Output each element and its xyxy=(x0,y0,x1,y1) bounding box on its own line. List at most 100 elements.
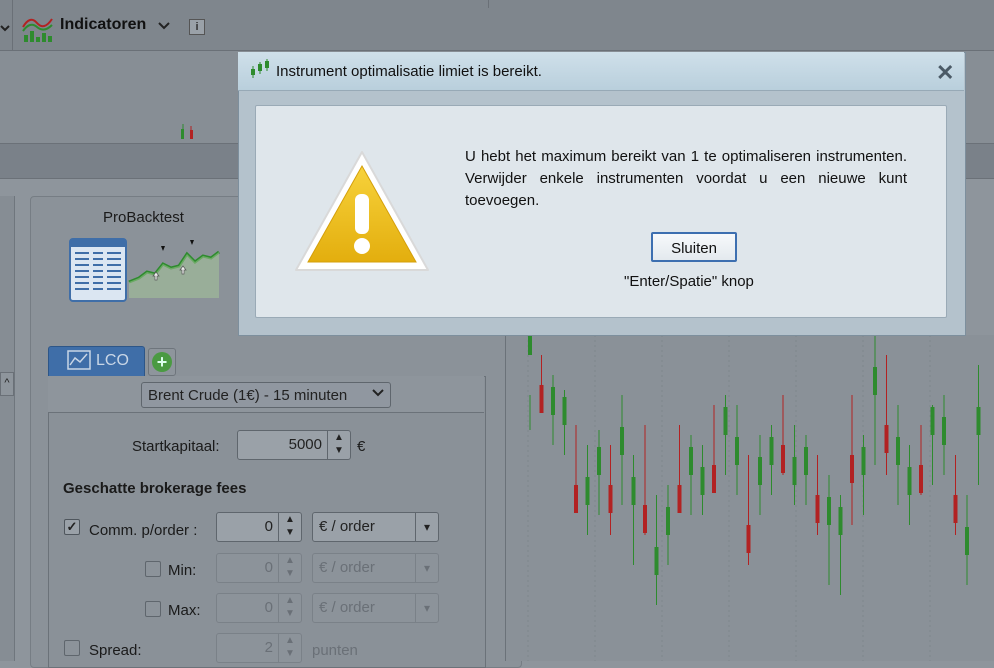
candle-body xyxy=(585,477,590,505)
candle-body xyxy=(562,397,567,425)
candle-body xyxy=(735,437,739,465)
candle-body xyxy=(930,407,935,435)
spinner-arrows-icon[interactable]: ▲ ▼ xyxy=(278,513,301,541)
candle-body xyxy=(539,385,544,413)
candle-body xyxy=(781,445,785,473)
spread-unit-label: punten xyxy=(312,642,358,659)
candle-body xyxy=(827,497,831,525)
chevron-down-icon: ▾ xyxy=(415,594,438,622)
max-unit-value: € / order xyxy=(319,599,375,616)
spinner-arrows-icon[interactable]: ▲ ▼ xyxy=(278,634,301,662)
candle-body xyxy=(873,367,877,395)
candle-body xyxy=(919,465,923,493)
plus-icon[interactable]: + xyxy=(152,352,172,372)
min-value: 0 xyxy=(264,559,273,576)
top-toolbar xyxy=(0,0,994,51)
candle-body xyxy=(976,407,981,435)
max-unit-select[interactable]: € / order ▾ xyxy=(312,593,439,623)
spread-checkbox[interactable] xyxy=(64,640,80,656)
max-checkbox[interactable] xyxy=(145,601,161,617)
indicators-button[interactable]: Indicatoren xyxy=(60,16,146,34)
candle-body xyxy=(838,507,843,535)
spinner-arrows-icon[interactable]: ▲ ▼ xyxy=(278,594,301,622)
probacktest-icon[interactable] xyxy=(69,238,229,307)
candle-body xyxy=(689,447,693,475)
instrument-select-value: Brent Crude (1€) - 15 minuten xyxy=(148,387,348,404)
candle-body xyxy=(574,485,578,513)
candle-body xyxy=(850,455,854,483)
tab-lco-label: LCO xyxy=(96,352,129,369)
chevron-down-icon xyxy=(372,387,384,401)
spread-value: 2 xyxy=(264,639,273,656)
min-input[interactable]: 0 ▲ ▼ xyxy=(216,553,302,583)
candle-body xyxy=(551,387,555,415)
spinner-arrows-icon[interactable]: ▲ ▼ xyxy=(278,554,301,582)
comm-label: Comm. p/order : xyxy=(89,522,198,539)
candlestick-icon xyxy=(249,58,271,85)
dialog-title: Instrument optimalisatie limiet is berei… xyxy=(276,63,542,80)
info-icon[interactable]: i xyxy=(189,19,205,35)
comm-unit-value: € / order xyxy=(319,518,375,535)
candle-body xyxy=(792,457,797,485)
candle-body xyxy=(666,507,670,535)
candle-body xyxy=(942,417,946,445)
candle-body xyxy=(769,437,774,465)
candle-body xyxy=(597,447,601,475)
candle-body xyxy=(677,485,682,513)
left-side-strip xyxy=(0,196,15,661)
probacktest-title: ProBacktest xyxy=(103,209,184,226)
candle-body xyxy=(723,407,728,435)
warning-icon xyxy=(294,150,430,277)
max-input[interactable]: 0 ▲ ▼ xyxy=(216,593,302,623)
currency-label: € xyxy=(357,438,366,455)
candle-body xyxy=(528,335,532,355)
candle-body xyxy=(896,437,900,465)
spread-input[interactable]: 2 ▲ ▼ xyxy=(216,633,302,663)
candle-body xyxy=(907,467,912,495)
candle-body xyxy=(643,505,647,533)
candle-body xyxy=(884,425,889,453)
candle-body xyxy=(700,467,705,495)
candle-body xyxy=(965,527,969,555)
comm-checkbox[interactable]: ✓ xyxy=(64,519,80,535)
candle-body xyxy=(654,547,659,575)
candle-body xyxy=(746,525,751,553)
max-value: 0 xyxy=(264,599,273,616)
start-capital-label: Startkapitaal: xyxy=(132,438,220,455)
candle-body xyxy=(815,495,820,523)
start-capital-value: 5000 xyxy=(288,436,322,453)
candle-body xyxy=(620,427,624,455)
spinner-arrows-icon[interactable]: ▲ ▼ xyxy=(327,431,350,459)
instrument-select[interactable]: Brent Crude (1€) - 15 minuten xyxy=(141,382,391,408)
candle-body xyxy=(804,447,808,475)
chart-line-icon xyxy=(67,350,91,373)
price-chart[interactable] xyxy=(505,335,994,661)
chevron-up-icon[interactable]: ^ xyxy=(0,372,14,396)
toolbar-separator xyxy=(12,0,13,50)
candle-body xyxy=(631,477,636,505)
min-checkbox[interactable] xyxy=(145,561,161,577)
min-label: Min: xyxy=(168,562,197,579)
min-unit-value: € / order xyxy=(319,559,375,576)
min-unit-select[interactable]: € / order ▾ xyxy=(312,553,439,583)
comm-input[interactable]: 0 ▲ ▼ xyxy=(216,512,302,542)
chevron-down-icon[interactable] xyxy=(0,20,10,36)
max-label: Max: xyxy=(168,602,201,619)
chevron-down-icon: ▾ xyxy=(415,513,438,541)
close-button[interactable]: Sluiten xyxy=(651,232,737,262)
keyboard-hint: "Enter/Spatie" knop xyxy=(624,273,754,290)
chevron-down-icon: ▾ xyxy=(415,554,438,582)
candle-body xyxy=(861,447,866,475)
fees-heading: Geschatte brokerage fees xyxy=(63,480,247,497)
comm-value: 0 xyxy=(264,518,273,535)
candle-body xyxy=(712,465,716,493)
close-icon[interactable]: ✕ xyxy=(936,60,954,86)
spread-label: Spread: xyxy=(89,642,142,659)
start-capital-input[interactable]: 5000 ▲ ▼ xyxy=(237,430,351,460)
comm-unit-select[interactable]: € / order ▾ xyxy=(312,512,439,542)
candle-body xyxy=(953,495,958,523)
indicators-icon[interactable] xyxy=(22,13,54,46)
candle-body xyxy=(608,485,613,513)
chevron-down-icon[interactable] xyxy=(158,18,170,34)
candle-body xyxy=(758,457,762,485)
